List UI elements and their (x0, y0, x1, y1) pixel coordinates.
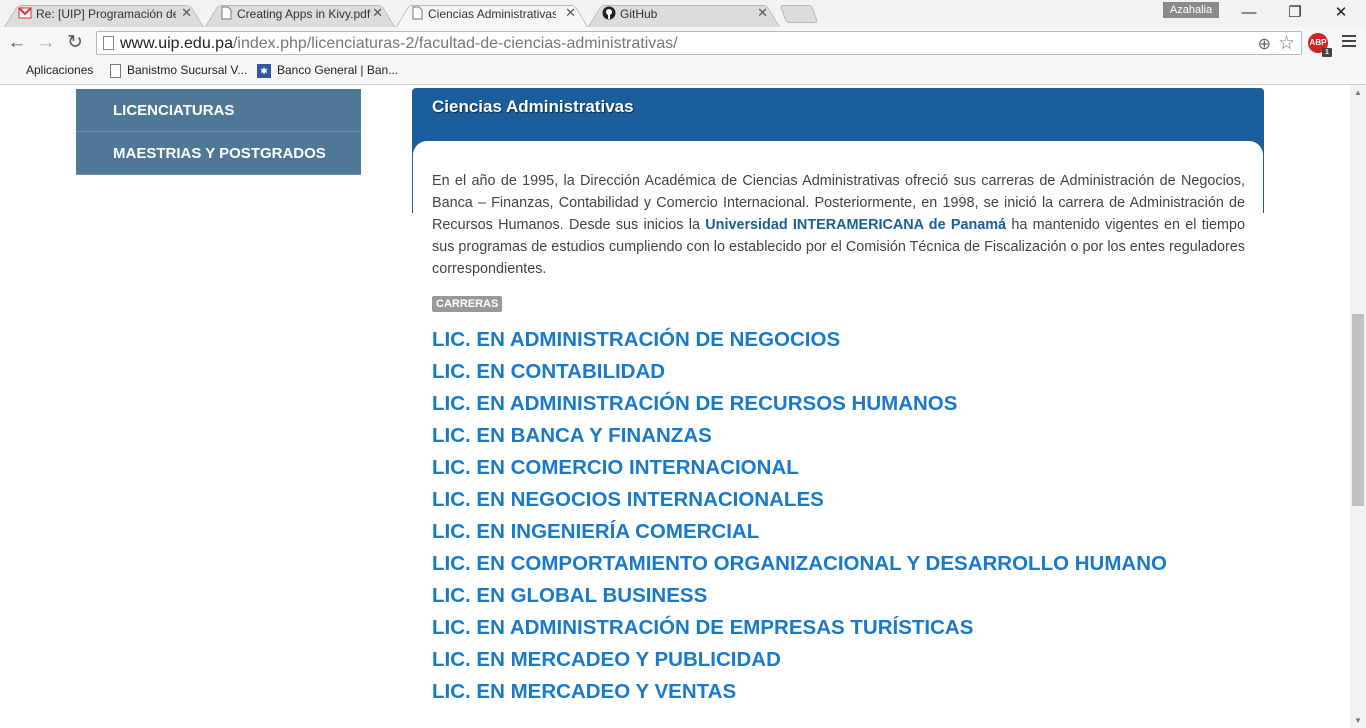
close-icon[interactable]: ✕ (372, 5, 383, 21)
career-link[interactable]: LIC. EN GLOBAL BUSINESS (432, 581, 1167, 613)
career-link[interactable]: LIC. EN MERCADEO Y VENTAS (432, 677, 1167, 709)
github-icon (602, 6, 616, 20)
career-link[interactable]: LIC. EN COMERCIO INTERNACIONAL (432, 453, 1167, 485)
career-link[interactable]: LIC. EN ADMINISTRACIÓN DE NEGOCIOS (432, 325, 1167, 357)
extension-count-badge: 1 (1322, 48, 1332, 57)
minimize-icon[interactable]: — (1226, 3, 1272, 25)
sidebar-nav: LICENCIATURAS MAESTRIAS Y POSTGRADOS (76, 89, 361, 175)
career-link[interactable]: LIC. EN ADMINISTRACIÓN DE RECURSOS HUMAN… (432, 389, 1167, 421)
back-arrow-icon[interactable]: ← (5, 31, 29, 55)
page-title: Ciencias Administrativas (432, 97, 634, 116)
career-link[interactable]: LIC. EN CONTABILIDAD (432, 357, 1167, 389)
document-icon (219, 6, 233, 20)
bookmark-banco-general[interactable]: ✱ Banco General | Ban... (257, 63, 398, 78)
tab-github[interactable]: GitHub ✕ (588, 1, 780, 27)
career-link[interactable]: LIC. EN ADMINISTRACIÓN DE EMPRESAS TURÍS… (432, 613, 1167, 645)
new-tab-button[interactable] (779, 5, 819, 23)
carreras-badge: CARRERAS (432, 296, 503, 312)
tab-title: Creating Apps in Kivy.pdf (237, 7, 371, 21)
document-icon (110, 63, 121, 78)
tab-title: GitHub (620, 7, 658, 21)
document-icon (410, 6, 424, 20)
scrollbar-thumb[interactable] (1352, 314, 1364, 506)
tab-kivy-pdf[interactable]: Creating Apps in Kivy.pdf ✕ (205, 1, 395, 27)
tab-ciencias-administrativas[interactable]: Ciencias Administrativas | ✕ (396, 1, 588, 27)
profile-button[interactable]: Azahalia (1163, 2, 1219, 18)
star-bookmark-icon[interactable]: ☆ (1278, 32, 1295, 55)
zoom-icon[interactable]: ⊕ (1258, 34, 1271, 54)
page-viewport: LICENCIATURAS MAESTRIAS Y POSTGRADOS Cie… (0, 85, 1350, 728)
forward-arrow-icon[interactable]: → (34, 31, 58, 55)
sidebar-item-licenciaturas[interactable]: LICENCIATURAS (76, 89, 361, 132)
scroll-up-arrow-icon[interactable]: ▲ (1354, 88, 1362, 97)
apps-grid-icon (8, 65, 20, 77)
careers-list: LIC. EN ADMINISTRACIÓN DE NEGOCIOS LIC. … (432, 325, 1167, 709)
close-icon[interactable]: ✕ (565, 5, 576, 21)
url-text: www.uip.edu.pa/index.php/licenciaturas-2… (120, 35, 678, 52)
restore-icon[interactable]: ❐ (1272, 3, 1318, 25)
browser-titlebar: Re: [UIP] Programación de ✕ Creating App… (0, 0, 1366, 27)
browser-toolbar: ← → ↻ www.uip.edu.pa/index.php/licenciat… (0, 27, 1366, 59)
hamburger-menu-icon[interactable] (1342, 35, 1356, 50)
career-link[interactable]: LIC. EN NEGOCIOS INTERNACIONALES (432, 485, 1167, 517)
bookmarks-bar: Aplicaciones Banistmo Sucursal V... ✱ Ban… (0, 59, 1366, 85)
reload-icon[interactable]: ↻ (63, 31, 87, 55)
university-name: Universidad INTERAMERICANA de Panamá (705, 217, 1007, 233)
gmail-icon (18, 6, 32, 20)
tab-gmail[interactable]: Re: [UIP] Programación de ✕ (4, 1, 204, 27)
bookmark-banistmo[interactable]: Banistmo Sucursal V... (110, 63, 247, 78)
sidebar-item-maestrias-postgrados[interactable]: MAESTRIAS Y POSTGRADOS (76, 132, 361, 175)
close-icon[interactable]: ✕ (181, 5, 192, 21)
vertical-scrollbar[interactable]: ▲ ▼ (1350, 85, 1366, 728)
tab-title: Re: [UIP] Programación de (36, 7, 176, 21)
career-link[interactable]: LIC. EN MERCADEO Y PUBLICIDAD (432, 645, 1167, 677)
page-icon (103, 36, 114, 50)
close-icon[interactable]: ✕ (757, 5, 768, 21)
career-link[interactable]: LIC. EN BANCA Y FINANZAS (432, 421, 1167, 453)
tab-title: Ciencias Administrativas | (428, 7, 556, 21)
bank-icon: ✱ (257, 63, 271, 78)
career-link[interactable]: LIC. EN INGENIERÍA COMERCIAL (432, 517, 1167, 549)
bookmark-apps[interactable]: Aplicaciones (8, 63, 93, 77)
intro-paragraph: En el año de 1995, la Dirección Académic… (432, 173, 1245, 277)
scroll-down-arrow-icon[interactable]: ▼ (1354, 716, 1362, 725)
address-bar[interactable]: www.uip.edu.pa/index.php/licenciaturas-2… (96, 31, 1302, 55)
adblock-extension-icon[interactable]: ABP 1 (1308, 33, 1332, 57)
career-link[interactable]: LIC. EN COMPORTAMIENTO ORGANIZACIONAL Y … (432, 549, 1167, 581)
close-window-icon[interactable]: ✕ (1318, 3, 1364, 25)
